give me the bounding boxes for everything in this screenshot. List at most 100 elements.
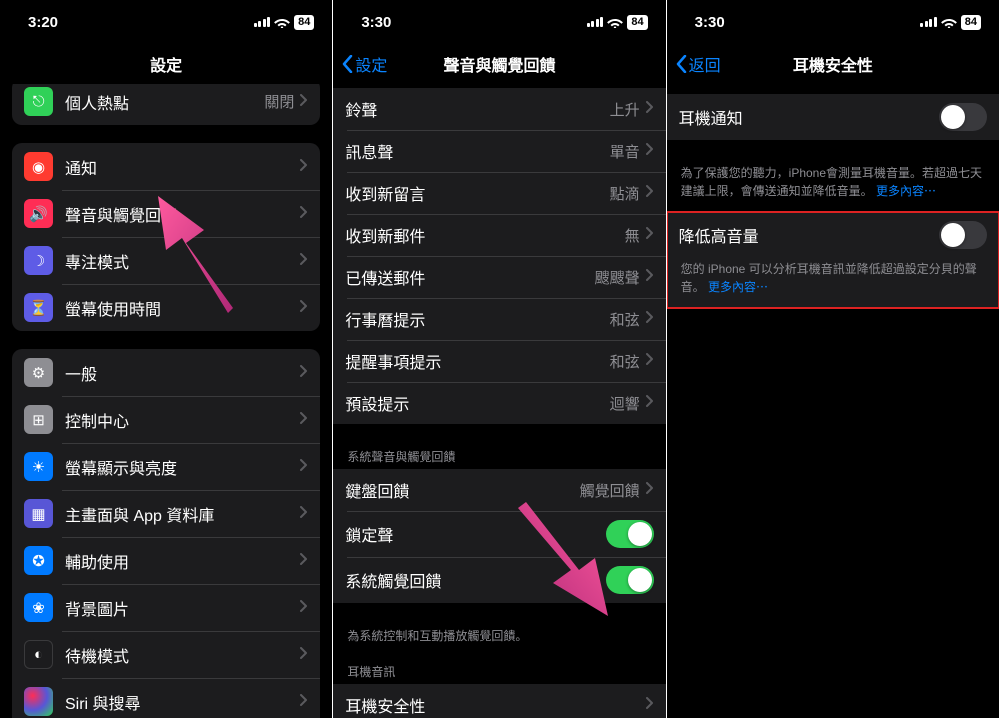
homescreen-icon: ▦ bbox=[24, 499, 53, 528]
row-sent-mail[interactable]: 已傳送郵件颼颼聲 bbox=[333, 256, 665, 298]
row-display[interactable]: ☀ 螢幕顯示與亮度 bbox=[12, 443, 320, 490]
row-default[interactable]: 預設提示迴響 bbox=[333, 382, 665, 424]
row-value: 迴響 bbox=[610, 393, 640, 414]
row-label: 預設提示 bbox=[345, 391, 609, 415]
row-label: 鎖定聲 bbox=[345, 522, 605, 546]
row-new-mail[interactable]: 收到新郵件無 bbox=[333, 214, 665, 256]
row-value: 和弦 bbox=[610, 309, 640, 330]
row-label: 收到新郵件 bbox=[345, 223, 624, 247]
reduce-loud-toggle[interactable] bbox=[939, 221, 987, 249]
section-header: 耳機音訊 bbox=[333, 657, 665, 684]
lock-sound-toggle[interactable] bbox=[606, 520, 654, 548]
row-notifications[interactable]: ◉ 通知 bbox=[12, 143, 320, 190]
nav-bar: 返回 耳機安全性 bbox=[667, 44, 999, 84]
row-value: 觸覺回饋 bbox=[580, 480, 640, 501]
row-calendar[interactable]: 行事曆提示和弦 bbox=[333, 298, 665, 340]
row-lock-sound[interactable]: 鎖定聲 bbox=[333, 511, 665, 557]
chevron-right-icon bbox=[300, 693, 308, 711]
row-label: 專注模式 bbox=[65, 249, 300, 273]
focus-icon: ☽ bbox=[24, 246, 53, 275]
row-text-tone[interactable]: 訊息聲單音 bbox=[333, 130, 665, 172]
chevron-right-icon bbox=[646, 310, 654, 328]
row-label: 一般 bbox=[65, 361, 300, 385]
section-header: 系統聲音與觸覺回饋 bbox=[333, 442, 665, 469]
row-label: 聲音與觸覺回饋 bbox=[65, 202, 300, 226]
row-label: 訊息聲 bbox=[345, 139, 609, 163]
chevron-right-icon bbox=[300, 364, 308, 382]
settings-pane: 3:20 84 設定 ⎋ 個人熱點 關閉 ◉ 通知 🔊 聲音與觸覺回饋 ☽ 專注… bbox=[0, 0, 333, 718]
battery-icon: 84 bbox=[294, 15, 314, 30]
row-hotspot[interactable]: ⎋ 個人熱點 關閉 bbox=[12, 84, 320, 125]
group-hotspot: ⎋ 個人熱點 關閉 bbox=[12, 84, 320, 125]
row-focus[interactable]: ☽ 專注模式 bbox=[12, 237, 320, 284]
row-value: 關閉 bbox=[264, 91, 294, 112]
row-reduce-loud[interactable]: 降低高音量 bbox=[667, 212, 999, 258]
more-link[interactable]: 更多內容⋯ bbox=[876, 184, 936, 198]
row-label: 鍵盤回饋 bbox=[345, 478, 579, 502]
row-reminder[interactable]: 提醒事項提示和弦 bbox=[333, 340, 665, 382]
row-value: 和弦 bbox=[610, 351, 640, 372]
row-keyboard[interactable]: 鍵盤回饋觸覺回饋 bbox=[333, 469, 665, 511]
row-label: 耳機安全性 bbox=[345, 693, 645, 717]
row-label: 提醒事項提示 bbox=[345, 349, 609, 373]
notifications-icon: ◉ bbox=[24, 152, 53, 181]
row-label: Siri 與搜尋 bbox=[65, 690, 300, 714]
row-value: 單音 bbox=[610, 141, 640, 162]
wallpaper-icon: ❀ bbox=[24, 593, 53, 622]
row-sounds[interactable]: 🔊 聲音與觸覺回饋 bbox=[12, 190, 320, 237]
row-voicemail[interactable]: 收到新留言點滴 bbox=[333, 172, 665, 214]
back-label: 設定 bbox=[355, 52, 387, 76]
row-label: 待機模式 bbox=[65, 643, 300, 667]
sounds-icon: 🔊 bbox=[24, 199, 53, 228]
chevron-left-icon bbox=[341, 55, 353, 73]
row-system-haptics[interactable]: 系統觸覺回饋 bbox=[333, 557, 665, 603]
row-ringtone[interactable]: 鈴聲上升 bbox=[333, 88, 665, 130]
status-bar: 3:20 84 bbox=[0, 0, 332, 44]
row-homescreen[interactable]: ▦ 主畫面與 App 資料庫 bbox=[12, 490, 320, 537]
row-label: 通知 bbox=[65, 155, 300, 179]
control-center-icon: ⊞ bbox=[24, 405, 53, 434]
row-label: 鈴聲 bbox=[345, 97, 609, 121]
chevron-right-icon bbox=[646, 394, 654, 412]
chevron-right-icon bbox=[646, 226, 654, 244]
status-time: 3:30 bbox=[361, 14, 391, 31]
row-label: 背景圖片 bbox=[65, 596, 300, 620]
more-link[interactable]: 更多內容⋯ bbox=[708, 280, 768, 294]
row-value: 點滴 bbox=[610, 183, 640, 204]
chevron-right-icon bbox=[646, 696, 654, 714]
row-accessibility[interactable]: ✪ 輔助使用 bbox=[12, 537, 320, 584]
section-footer: 為了保護您的聽力，iPhone會測量耳機音量。若超過七天建議上限，會傳送通知並降… bbox=[667, 158, 999, 212]
row-headphone-notifications[interactable]: 耳機通知 bbox=[667, 94, 999, 140]
row-wallpaper[interactable]: ❀ 背景圖片 bbox=[12, 584, 320, 631]
row-standby[interactable]: ◐ 待機模式 bbox=[12, 631, 320, 678]
back-button[interactable]: 設定 bbox=[341, 52, 387, 76]
group-system-sounds: 鍵盤回饋觸覺回饋 鎖定聲 系統觸覺回饋 bbox=[333, 469, 665, 603]
status-indicators: 84 bbox=[254, 15, 315, 30]
group-notifications: ◉ 通知 🔊 聲音與觸覺回饋 ☽ 專注模式 ⏳ 螢幕使用時間 bbox=[12, 143, 320, 331]
chevron-right-icon bbox=[646, 352, 654, 370]
wifi-icon bbox=[607, 16, 623, 28]
row-label: 控制中心 bbox=[65, 408, 300, 432]
row-siri[interactable]: Siri 與搜尋 bbox=[12, 678, 320, 718]
page-title: 設定 bbox=[150, 52, 182, 76]
page-title: 耳機安全性 bbox=[793, 52, 873, 76]
system-haptics-toggle[interactable] bbox=[606, 566, 654, 594]
chevron-right-icon bbox=[300, 411, 308, 429]
battery-icon: 84 bbox=[961, 15, 981, 30]
row-label: 螢幕使用時間 bbox=[65, 296, 300, 320]
group-reduce-loud: 降低高音量 您的 iPhone 可以分析耳機音訊並降低超過設定分貝的聲音。 更多… bbox=[667, 212, 999, 308]
row-control-center[interactable]: ⊞ 控制中心 bbox=[12, 396, 320, 443]
row-general[interactable]: ⚙ 一般 bbox=[12, 349, 320, 396]
chevron-right-icon bbox=[300, 458, 308, 476]
back-button[interactable]: 返回 bbox=[675, 52, 721, 76]
chevron-right-icon bbox=[300, 599, 308, 617]
page-title: 聲音與觸覺回饋 bbox=[443, 52, 555, 76]
headphone-notifications-toggle[interactable] bbox=[939, 103, 987, 131]
chevron-right-icon bbox=[300, 646, 308, 664]
row-label: 主畫面與 App 資料庫 bbox=[65, 502, 300, 526]
standby-icon: ◐ bbox=[24, 640, 53, 669]
chevron-right-icon bbox=[300, 505, 308, 523]
chevron-right-icon bbox=[300, 93, 308, 111]
row-headphone-safety[interactable]: 耳機安全性 bbox=[333, 684, 665, 718]
row-screentime[interactable]: ⏳ 螢幕使用時間 bbox=[12, 284, 320, 331]
